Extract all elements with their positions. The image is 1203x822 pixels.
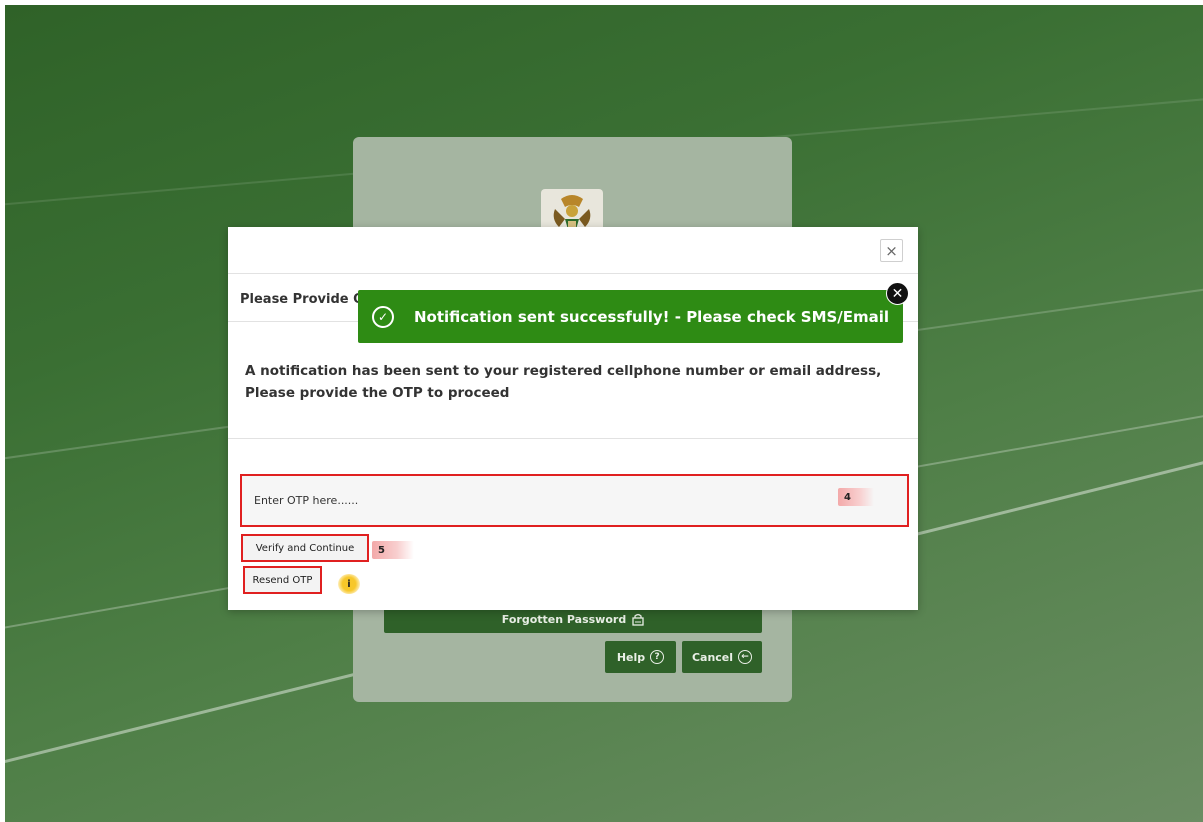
- resend-otp-button[interactable]: Resend OTP: [243, 566, 322, 594]
- arrow-left-circle-icon: ←: [738, 650, 753, 664]
- help-label: Help: [616, 650, 646, 664]
- cancel-button[interactable]: Cancel ←: [682, 641, 762, 673]
- annotation-marker-4: 4: [838, 488, 874, 506]
- success-toast: ✓ Notification sent successfully! - Plea…: [358, 290, 903, 343]
- lock-icon: [632, 613, 644, 626]
- toast-close-icon[interactable]: ✕: [886, 282, 909, 305]
- annotation-marker-info: i: [338, 574, 360, 594]
- question-circle-icon: ?: [650, 650, 665, 664]
- verify-and-continue-button[interactable]: Verify and Continue: [241, 534, 369, 562]
- modal-message: A notification has been sent to your reg…: [245, 363, 882, 401]
- help-button[interactable]: Help ?: [605, 641, 676, 673]
- annotation-marker-5: 5: [372, 541, 414, 559]
- toast-message: Notification sent successfully! - Please…: [414, 307, 890, 326]
- otp-modal: × Please Provide OTP A notification has …: [228, 227, 918, 610]
- modal-title: Please Provide OTP: [240, 292, 360, 307]
- check-circle-icon: ✓: [372, 305, 394, 328]
- cancel-label: Cancel: [691, 650, 734, 664]
- forgotten-password-label: Forgotten Password: [501, 612, 627, 626]
- otp-input[interactable]: [244, 478, 905, 523]
- modal-body-divider: [228, 438, 918, 439]
- close-icon[interactable]: ×: [880, 239, 903, 262]
- otp-field-highlight: [240, 474, 909, 527]
- modal-header-divider: [228, 273, 918, 274]
